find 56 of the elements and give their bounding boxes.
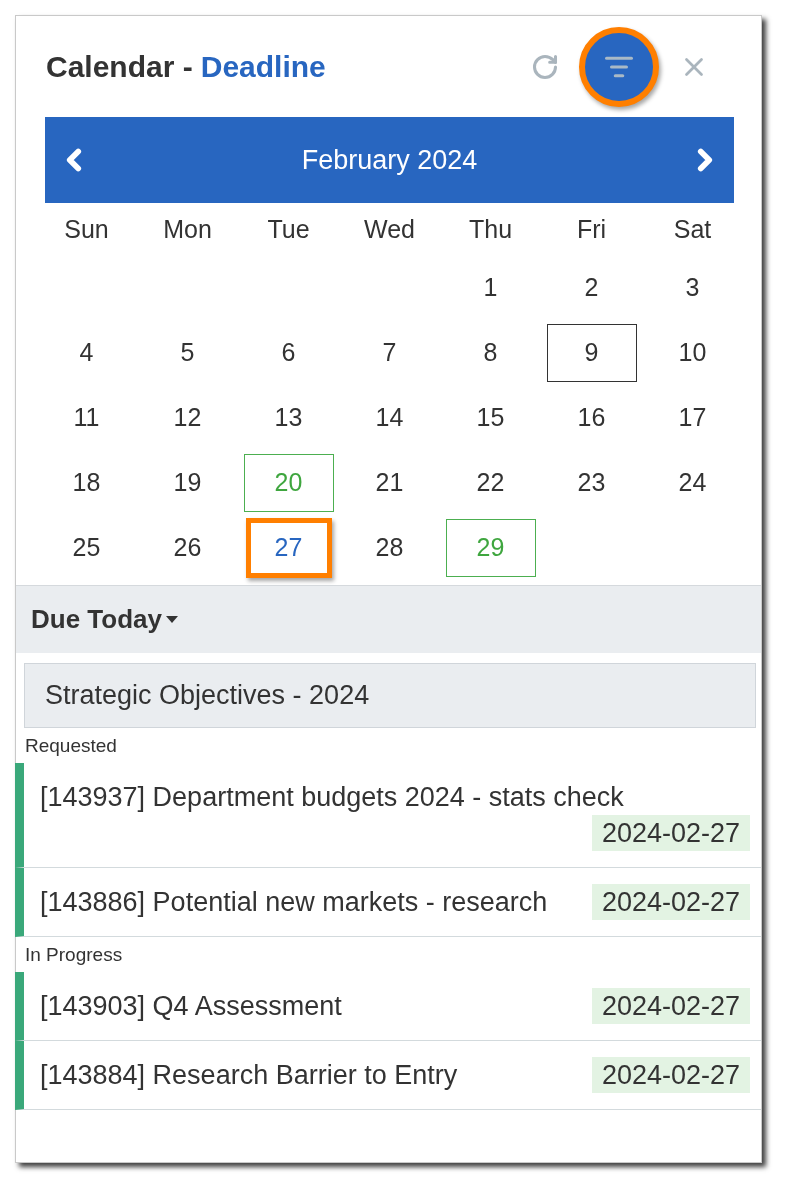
calendar-day[interactable]: 12 <box>142 388 233 447</box>
task-title: [143903] Q4 Assessment <box>40 990 342 1023</box>
calendar-day[interactable]: 1 <box>445 258 536 317</box>
calendar-day[interactable]: 27 <box>245 517 332 578</box>
calendar-day[interactable]: 15 <box>445 388 536 447</box>
calendar-day[interactable]: 16 <box>546 388 637 447</box>
calendar-day[interactable]: 28 <box>344 518 435 577</box>
weekday-label: Fri <box>576 214 607 244</box>
calendar-day[interactable]: 9 <box>546 323 637 382</box>
calendar-type-label: Deadline <box>200 49 326 84</box>
caret-down-icon <box>166 616 178 623</box>
due-date-badge: 2024-02-27 <box>591 815 750 851</box>
weekday-label: Sun <box>64 214 109 244</box>
weekday-label: Mon <box>163 214 212 244</box>
task-item[interactable]: [143903] Q4 Assessment 2024-02-27 <box>15 972 761 1041</box>
status-label: Requested <box>25 734 117 757</box>
calendar-day[interactable]: 24 <box>647 453 738 512</box>
month-label: February 2024 <box>301 144 478 176</box>
calendar-day[interactable]: 2 <box>546 258 637 317</box>
weekday-label: Tue <box>267 214 310 244</box>
group-title: Strategic Objectives - 2024 <box>45 680 370 711</box>
task-title: [143937] Department budgets 2024 - stats check <box>40 781 624 814</box>
weekday-label: Wed <box>364 214 415 244</box>
due-date-badge: 2024-02-27 <box>591 988 750 1024</box>
calendar-day[interactable]: 3 <box>647 258 738 317</box>
weekday-label: Sat <box>673 214 712 244</box>
calendar-day[interactable]: 26 <box>142 518 233 577</box>
calendar-day[interactable]: 17 <box>647 388 738 447</box>
panel-title: Calendar - <box>46 49 193 84</box>
due-date-badge: 2024-02-27 <box>591 1057 750 1093</box>
calendar-day[interactable]: 19 <box>142 453 233 512</box>
calendar-day[interactable]: 22 <box>445 453 536 512</box>
weekday-label: Thu <box>468 214 513 244</box>
calendar-day[interactable]: 6 <box>243 323 334 382</box>
calendar-day[interactable]: 14 <box>344 388 435 447</box>
due-today-dropdown[interactable]: Due Today <box>31 604 178 635</box>
calendar-day[interactable]: 10 <box>647 323 738 382</box>
refresh-icon <box>531 52 559 81</box>
calendar-day[interactable]: 8 <box>445 323 536 382</box>
status-label: In Progress <box>25 943 123 966</box>
calendar-day[interactable]: 21 <box>344 453 435 512</box>
task-item[interactable]: [143937] Department budgets 2024 - stats check 2024-02-27 <box>15 763 761 868</box>
task-item[interactable]: [143884] Research Barrier to Entry 2024-02-27 <box>15 1041 761 1110</box>
calendar-day[interactable]: 7 <box>344 323 435 382</box>
calendar-day[interactable]: 23 <box>546 453 637 512</box>
calendar-day[interactable]: 5 <box>142 323 233 382</box>
task-title: [143886] Potential new markets - research <box>40 886 548 919</box>
due-date-badge: 2024-02-27 <box>591 884 750 920</box>
calendar-day[interactable]: 11 <box>41 388 132 447</box>
calendar-day[interactable]: 25 <box>41 518 132 577</box>
calendar-day[interactable]: 4 <box>41 323 132 382</box>
task-item[interactable]: [143886] Potential new markets - research 2024-02-27 <box>15 868 761 937</box>
calendar-day[interactable]: 13 <box>243 388 334 447</box>
task-title: [143884] Research Barrier to Entry <box>40 1059 458 1092</box>
calendar-day[interactable]: 18 <box>41 453 132 512</box>
filter-button[interactable] <box>579 26 659 107</box>
